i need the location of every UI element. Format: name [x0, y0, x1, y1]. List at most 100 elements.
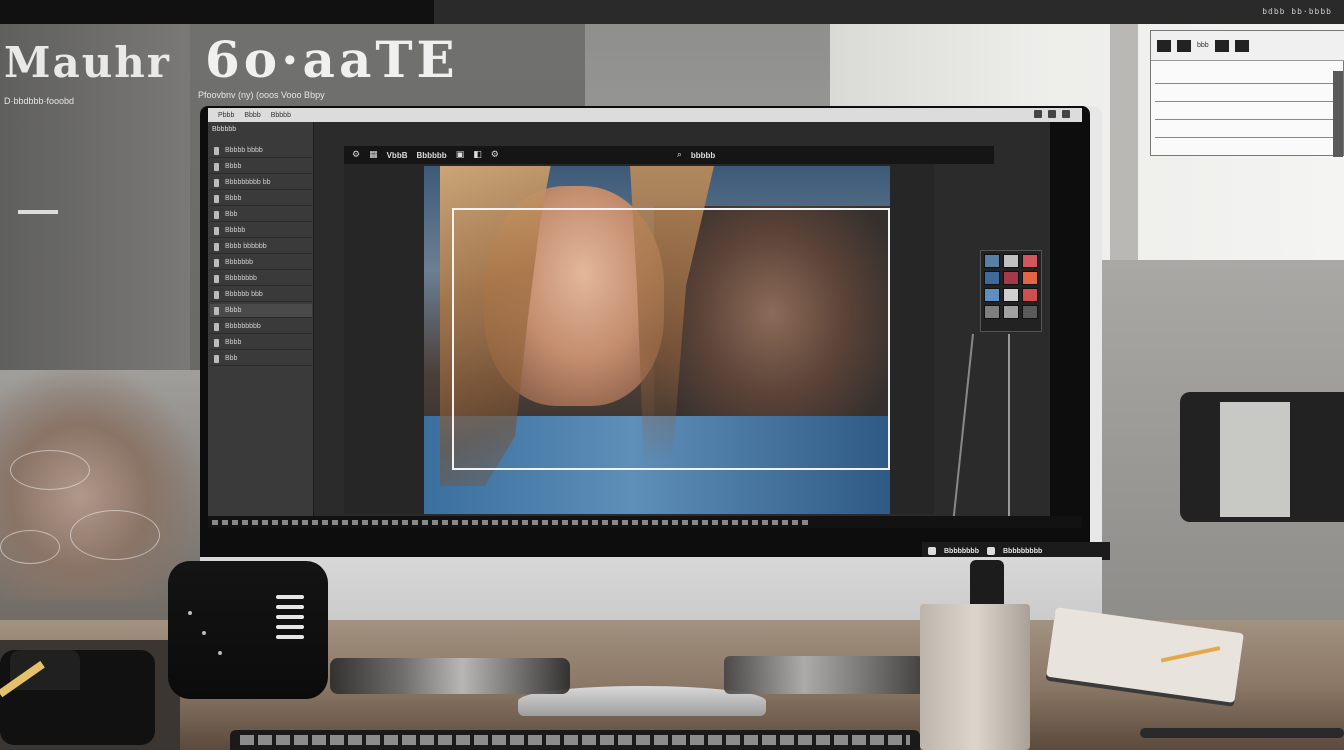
status-bar-tick [562, 519, 568, 525]
tool-icon[interactable] [987, 547, 995, 555]
layer-row[interactable]: Bbbb [210, 336, 312, 350]
layer-row[interactable]: Bbbb [210, 192, 312, 206]
color-swatch[interactable] [984, 305, 1000, 319]
layers-panel: Bbbbbb Bbbbb bbbb Bbbb Bbbbbbbbb bb Bbbb… [208, 122, 314, 520]
toolbar-label[interactable]: Bbbbbb [416, 151, 446, 160]
grill-bar [276, 595, 304, 599]
eye-icon[interactable] [214, 146, 219, 155]
crop-frame[interactable] [452, 208, 890, 470]
eye-icon[interactable] [214, 322, 219, 331]
status-bar-tick [312, 519, 318, 525]
search-icon[interactable] [1062, 110, 1070, 118]
eye-icon[interactable] [214, 162, 219, 171]
color-swatch[interactable] [1003, 254, 1019, 268]
status-bar-tick [422, 519, 428, 525]
eye-icon[interactable] [214, 258, 219, 267]
eye-icon[interactable] [214, 274, 219, 283]
right-dark-region [1050, 122, 1082, 528]
image-icon[interactable]: ▣ [456, 150, 465, 160]
color-swatch[interactable] [1003, 288, 1019, 302]
color-swatch[interactable] [1022, 288, 1038, 302]
status-bar-tick [352, 519, 358, 525]
panel-scrollbar[interactable] [1333, 71, 1343, 157]
layer-label: Bbb [225, 355, 238, 362]
layer-label: Bbbbbb bbb [225, 291, 263, 298]
status-bar-tick [582, 519, 588, 525]
toolbar-label[interactable]: VbbB [387, 151, 408, 160]
layer-row[interactable]: Bbbbbbb [210, 256, 312, 270]
layer-row[interactable]: Bbb [210, 208, 312, 222]
eye-icon[interactable] [214, 306, 219, 315]
layer-row[interactable]: Bbbbbbbbb [210, 320, 312, 334]
menu-item[interactable]: Bbbbb [271, 112, 291, 119]
settings-icon[interactable]: ⚙ [352, 150, 360, 160]
eye-icon[interactable] [214, 194, 219, 203]
layer-label: Bbbbbbb [225, 259, 254, 266]
flower-outline [70, 510, 160, 560]
layer-row[interactable]: Bbbbbbbbb bb [210, 176, 312, 190]
layer-row[interactable]: Bbbb [210, 160, 312, 174]
status-bar-tick [762, 519, 768, 525]
status-bar-tick [622, 519, 628, 525]
status-bar-tick [712, 519, 718, 525]
layer-row[interactable]: Bbbb bbbbbb [210, 240, 312, 254]
layer-label: Bbb [225, 211, 238, 218]
floating-label-right: Bbbbbbbbb [1003, 547, 1043, 555]
layers-icon[interactable]: ◧ [473, 150, 482, 160]
toolbar-label[interactable]: bbbbb [691, 151, 715, 160]
grill-bar [276, 625, 304, 629]
layer-row[interactable]: Bbbbb bbbb [210, 144, 312, 158]
tool-icon[interactable] [928, 547, 936, 555]
color-swatch[interactable] [984, 288, 1000, 302]
color-swatch[interactable] [1003, 271, 1019, 285]
color-swatch[interactable] [1003, 305, 1019, 319]
eye-icon[interactable] [214, 290, 219, 299]
top-dark-strip: bdbb bb·bbbb [0, 0, 1344, 24]
layer-row[interactable]: Bbbbb [210, 224, 312, 238]
grill-bar [276, 605, 304, 609]
layer-label: Bbbbb bbbb [225, 147, 263, 154]
eye-icon[interactable] [214, 178, 219, 187]
eye-icon[interactable] [214, 354, 219, 363]
pointer-line [952, 333, 974, 520]
menu-right-icons [1034, 110, 1070, 118]
panel-header: Bbbbbb [212, 126, 237, 133]
color-swatch[interactable] [1022, 254, 1038, 268]
panel-button-icon[interactable] [1157, 39, 1171, 52]
status-bar-tick [572, 519, 578, 525]
wifi-icon[interactable] [1034, 110, 1042, 118]
menu-item[interactable]: Pbbb [218, 112, 234, 119]
overlay-subtitle-main: Pfoovbnv (ny) (ooos Vooo Bbpy [198, 90, 325, 100]
panel-button-icon[interactable] [1234, 39, 1249, 52]
status-bar-tick [692, 519, 698, 525]
status-bar-tick [772, 519, 778, 525]
eye-icon[interactable] [214, 210, 219, 219]
status-bar-tick [742, 519, 748, 525]
color-swatch[interactable] [984, 254, 1000, 268]
floating-panel-label: bbb [1197, 42, 1209, 49]
status-bar-tick [492, 519, 498, 525]
menu-item[interactable]: Bbbb [244, 112, 260, 119]
swatch-panel [980, 250, 1042, 332]
settings-icon[interactable]: ⚙ [491, 150, 499, 160]
layer-row[interactable]: Bbb [210, 352, 312, 366]
eye-icon[interactable] [214, 226, 219, 235]
layer-row-selected[interactable]: Bbbb [210, 304, 312, 318]
eye-icon[interactable] [214, 338, 219, 347]
panel-button-icon[interactable] [1214, 39, 1229, 52]
top-strip-right [434, 0, 1344, 24]
color-swatch[interactable] [1022, 271, 1038, 285]
color-swatch[interactable] [984, 271, 1000, 285]
battery-icon[interactable] [1048, 110, 1056, 118]
panel-button-icon[interactable] [1177, 39, 1191, 52]
eye-icon[interactable] [214, 242, 219, 251]
office-chair [1180, 392, 1344, 522]
layer-row[interactable]: Bbbbbbbb [210, 272, 312, 286]
grid-icon[interactable]: ▦ [369, 150, 378, 160]
layer-row[interactable]: Bbbbbb bbb [210, 288, 312, 302]
search-icon[interactable]: ⌕ [677, 150, 682, 160]
status-bar-tick [452, 519, 458, 525]
color-swatch[interactable] [1022, 305, 1038, 319]
overlay-headline-left: Mauhr [4, 38, 171, 87]
status-bar-tick [542, 519, 548, 525]
